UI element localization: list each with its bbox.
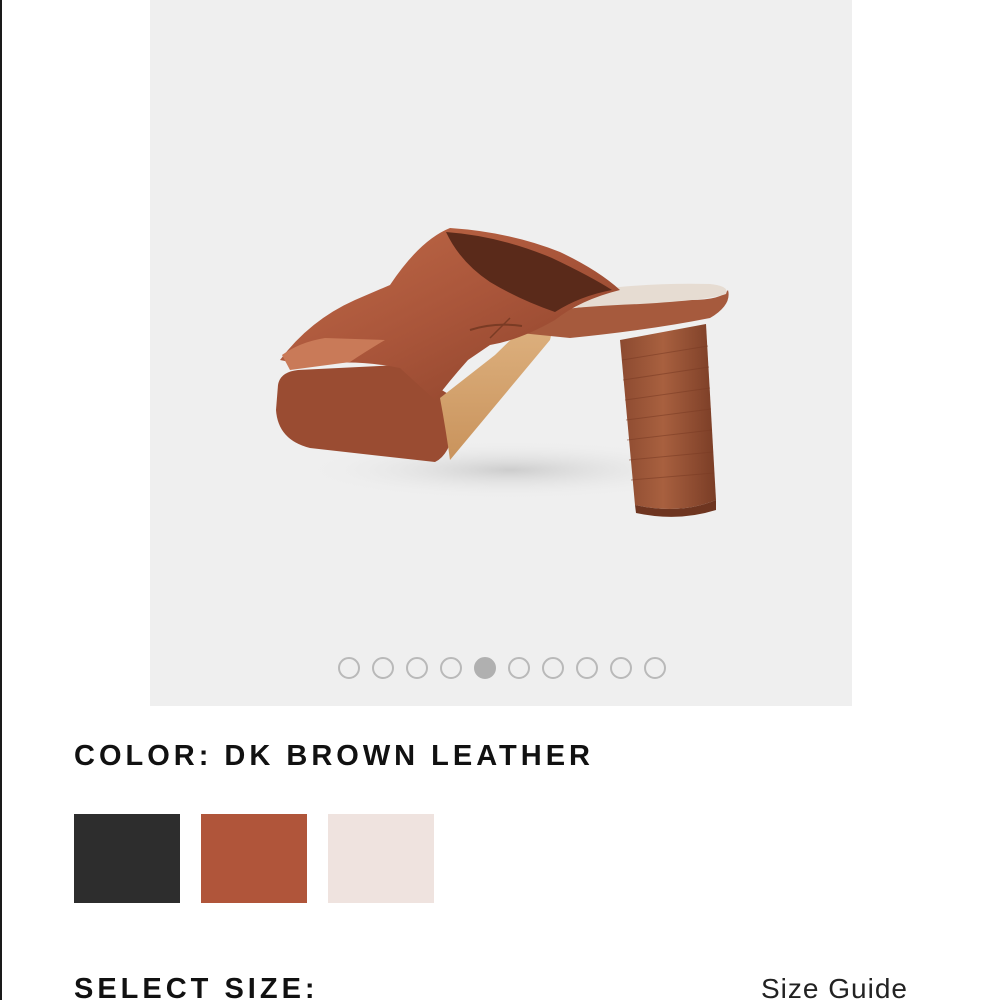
color-swatch-black[interactable] xyxy=(74,814,180,903)
carousel-dot[interactable] xyxy=(440,657,462,679)
color-label: COLOR: DK BROWN LEATHER xyxy=(74,740,594,772)
carousel-dot[interactable] xyxy=(644,657,666,679)
carousel-pagination xyxy=(150,657,852,679)
carousel-dot[interactable] xyxy=(508,657,530,679)
carousel-dot[interactable] xyxy=(576,657,598,679)
product-image xyxy=(276,228,729,517)
carousel-dot[interactable] xyxy=(372,657,394,679)
size-guide-link[interactable]: Size Guide xyxy=(761,973,908,1000)
carousel-dot[interactable] xyxy=(610,657,632,679)
color-swatch-dk-brown-leather[interactable] xyxy=(201,814,307,903)
product-image-carousel[interactable] xyxy=(150,0,852,706)
color-swatch-ivory[interactable] xyxy=(328,814,434,903)
carousel-dot[interactable] xyxy=(542,657,564,679)
select-size-label: SELECT SIZE: xyxy=(74,973,319,1000)
color-swatch-list xyxy=(74,814,434,903)
page-left-border xyxy=(0,0,2,1000)
carousel-dot[interactable] xyxy=(338,657,360,679)
carousel-dot[interactable] xyxy=(406,657,428,679)
carousel-dot[interactable] xyxy=(474,657,496,679)
